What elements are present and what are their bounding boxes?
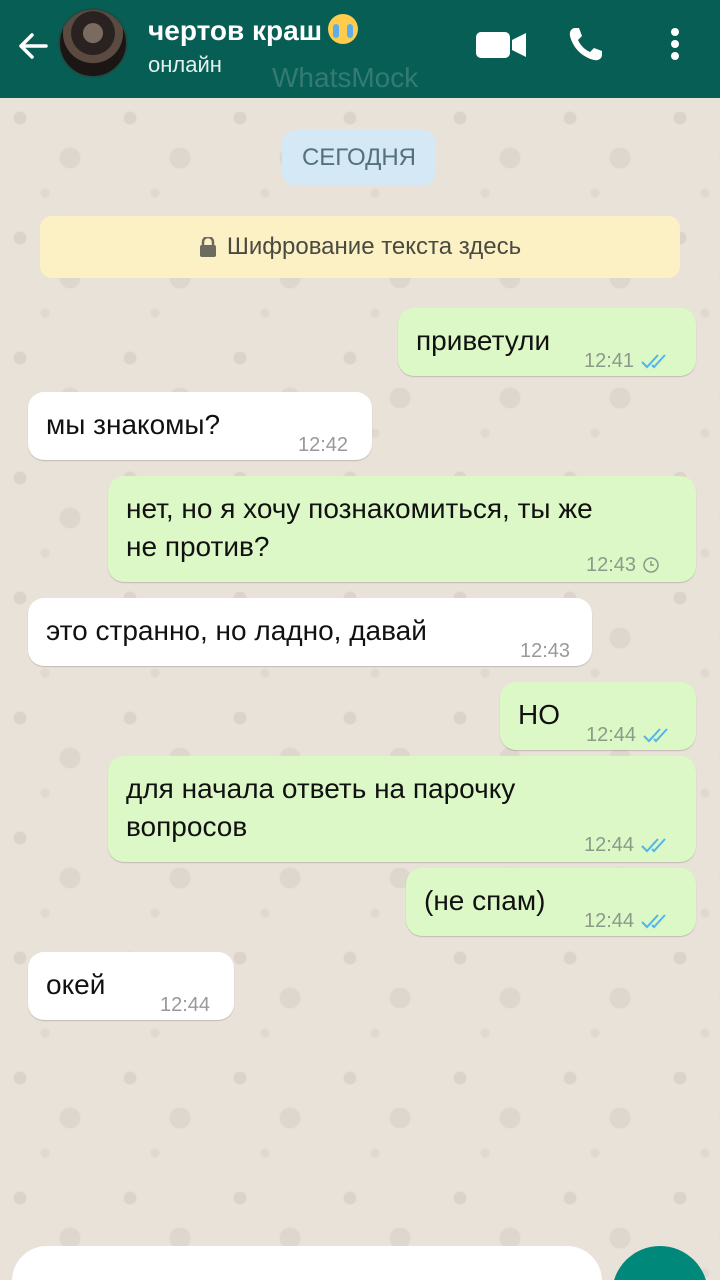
- message-bubble[interactable]: для начала ответь на парочку вопросов 12…: [108, 756, 696, 862]
- double-check-read-icon: [641, 838, 666, 853]
- contact-name[interactable]: чертов краш: [148, 14, 359, 47]
- message-text-line: вопросов: [126, 811, 248, 842]
- message-meta: 12:43: [586, 546, 660, 584]
- crying-emoji-icon: [328, 14, 359, 44]
- message-time: 12:42: [298, 434, 349, 456]
- message-text: приветули: [416, 325, 551, 356]
- message-text: это странно, но ладно, давай: [46, 615, 427, 646]
- message-time: 12:43: [586, 554, 637, 576]
- message-text-line: нет, но я хочу познакомиться, ты же: [126, 493, 593, 524]
- message-text: мы знакомы?: [46, 409, 221, 440]
- chat-header: чертов краш онлайн WhatsMock: [0, 0, 720, 98]
- phone-icon[interactable]: [566, 24, 606, 64]
- encryption-notice[interactable]: Шифрование текста здесь: [40, 216, 680, 278]
- encryption-text: Шифрование текста здесь: [226, 233, 522, 260]
- message-time: 12:41: [584, 350, 635, 372]
- message-text: (не спам): [424, 885, 546, 916]
- message-meta: 12:44: [584, 826, 672, 864]
- video-call-icon[interactable]: [474, 24, 528, 64]
- message-meta: 12:44: [160, 986, 210, 1024]
- message-meta: 12:41: [584, 342, 672, 380]
- date-chip: СЕГОДНЯ: [282, 130, 436, 186]
- double-check-read-icon: [641, 914, 666, 929]
- message-input[interactable]: [12, 1246, 602, 1280]
- back-arrow-icon[interactable]: [14, 26, 54, 66]
- message-time: 12:44: [586, 724, 637, 746]
- message-bubble[interactable]: мы знакомы? 12:42: [28, 392, 372, 460]
- message-text: окей: [46, 969, 106, 1000]
- message-meta: 12:44: [586, 716, 674, 754]
- message-time: 12:44: [160, 994, 211, 1016]
- message-meta: 12:43: [520, 632, 570, 670]
- message-time: 12:43: [520, 640, 571, 662]
- message-time: 12:44: [584, 834, 635, 856]
- message-bubble[interactable]: окей 12:44: [28, 952, 234, 1020]
- clock-pending-icon: [643, 557, 659, 573]
- contact-status: онлайн: [148, 52, 222, 77]
- double-check-read-icon: [641, 354, 666, 369]
- watermark: WhatsMock: [272, 62, 419, 93]
- contact-avatar[interactable]: [58, 8, 128, 78]
- message-time: 12:44: [584, 910, 635, 932]
- double-check-read-icon: [643, 728, 668, 743]
- message-meta: 12:42: [298, 426, 348, 464]
- message-text-line: не против?: [126, 531, 270, 562]
- message-bubble[interactable]: НО 12:44: [500, 682, 696, 750]
- message-bubble[interactable]: это странно, но ладно, давай 12:43: [28, 598, 592, 666]
- message-bubble[interactable]: (не спам) 12:44: [406, 868, 696, 936]
- more-vert-icon[interactable]: [660, 24, 690, 64]
- message-bubble[interactable]: нет, но я хочу познакомиться, ты же не п…: [108, 476, 696, 582]
- message-text: НО: [518, 699, 560, 730]
- message-meta: 12:44: [584, 902, 672, 940]
- message-text-line: для начала ответь на парочку: [126, 773, 516, 804]
- lock-icon: [199, 237, 216, 257]
- message-bubble[interactable]: приветули 12:41: [398, 308, 696, 376]
